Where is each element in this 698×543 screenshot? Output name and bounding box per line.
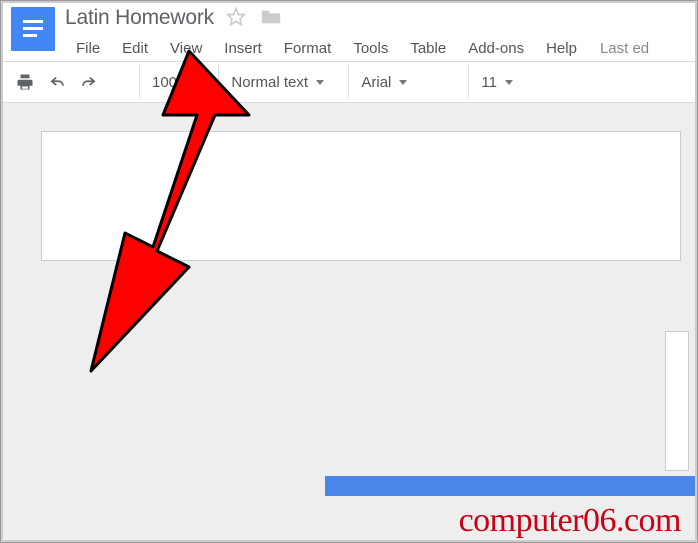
paragraph-style-value: Normal text [231,74,308,91]
menu-view[interactable]: View [159,36,213,61]
undo-icon[interactable] [41,65,73,99]
font-size-value: 11 [481,74,497,91]
chevron-down-icon [505,80,513,85]
redo-icon[interactable] [73,65,105,99]
chevron-down-icon [198,80,206,85]
menu-bar: File Edit View Insert Format Tools Table… [65,33,695,63]
menu-addons[interactable]: Add-ons [457,36,535,61]
title-block: Latin Homework File Edit View Insert For… [65,3,695,63]
menu-help[interactable]: Help [535,36,588,61]
document-title[interactable]: Latin Homework [65,6,214,30]
menu-file[interactable]: File [65,36,111,61]
editor-canvas[interactable] [3,103,695,540]
print-icon[interactable] [9,65,41,99]
zoom-combo[interactable]: 100% [139,65,218,99]
star-icon[interactable] [226,7,248,29]
font-family-value: Arial [361,74,391,91]
zoom-value: 100% [152,74,190,91]
watermark-text: computer06.com [459,502,681,540]
docs-logo-icon[interactable] [11,7,55,51]
chevron-down-icon [399,80,407,85]
font-family-combo[interactable]: Arial [348,65,468,99]
document-page-edge [665,331,689,471]
font-size-combo[interactable]: 11 [468,65,530,99]
menu-insert[interactable]: Insert [213,36,273,61]
document-page[interactable] [41,131,681,261]
menu-format[interactable]: Format [273,36,343,61]
watermark-bar [325,476,695,496]
paragraph-style-combo[interactable]: Normal text [218,65,348,99]
header-bar: Latin Homework File Edit View Insert For… [3,3,695,61]
menu-edit[interactable]: Edit [111,36,159,61]
last-edit-label: Last ed [588,40,649,57]
menu-tools[interactable]: Tools [342,36,399,61]
folder-icon[interactable] [260,7,282,29]
toolbar: 100% Normal text Arial 11 [3,61,695,103]
menu-table[interactable]: Table [399,36,457,61]
chevron-down-icon [316,80,324,85]
